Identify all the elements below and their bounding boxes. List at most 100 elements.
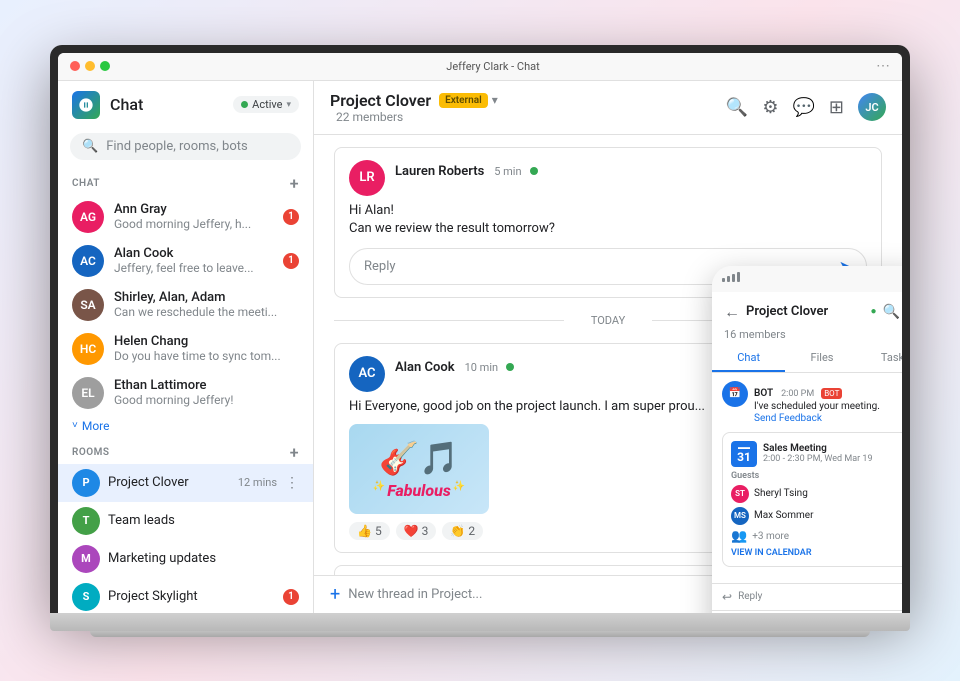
chat-item-helen[interactable]: HC Helen Chang Do you have time to sync … (58, 327, 313, 371)
chat-header: Project Clover External ▾ 22 members 🔍 ⚙… (314, 81, 902, 135)
guest-avatar: MS (731, 507, 749, 525)
guitar-emoji: 🎸🎵 (373, 439, 466, 477)
mobile-search-icon[interactable]: 🔍 (883, 304, 900, 320)
more-guests: 👥 +3 more (731, 529, 902, 544)
user-avatar[interactable]: JC (858, 93, 886, 121)
chat-info: Alan Cook Jeffery, feel free to leave... (114, 246, 273, 275)
chat-logo (72, 91, 100, 119)
room-item-skylight[interactable]: S Project Skylight 1 (58, 578, 313, 613)
message-author: Lauren Roberts (395, 164, 484, 179)
reaction-heart[interactable]: ❤️ 3 (396, 522, 437, 540)
search-input[interactable]: Find people, rooms, bots (106, 139, 248, 154)
event-title: Sales Meeting (763, 443, 873, 454)
chat-item-shirley[interactable]: SA Shirley, Alan, Adam Can we reschedule… (58, 283, 313, 327)
chat-item-ethan[interactable]: EL Ethan Lattimore Good morning Jeffery! (58, 371, 313, 415)
chat-name: Alan Cook (114, 246, 273, 261)
room-item-project-clover[interactable]: P Project Clover 12 mins ⋮ (58, 464, 313, 502)
event-header: ▬▬ 31 Sales Meeting 2:00 - 2:30 PM, Wed … (731, 441, 902, 467)
search-icon: 🔍 (82, 139, 98, 154)
more-chats-link[interactable]: ˅ More (58, 415, 313, 437)
window-menu[interactable]: ⋯ (876, 58, 890, 74)
calendar-icon: ▬▬ 31 (731, 441, 757, 467)
gif-image: 🎸🎵 ✨ Fabulous ✨ (349, 424, 489, 514)
add-chat-button[interactable]: + (290, 174, 299, 193)
screen-bezel: Jeffery Clark - Chat ⋯ Chat (50, 45, 910, 613)
chat-info: Helen Chang Do you have time to sync tom… (114, 334, 299, 363)
laptop-base (50, 613, 910, 631)
chat-name: Ethan Lattimore (114, 378, 299, 393)
external-badge: External (439, 93, 488, 108)
close-button[interactable] (70, 61, 80, 71)
apps-icon[interactable]: ⊞ (829, 97, 844, 118)
mobile-tabs: Chat Files Tasks (712, 345, 902, 373)
view-calendar-button[interactable]: VIEW IN CALENDAR (731, 548, 902, 558)
laptop-frame: Jeffery Clark - Chat ⋯ Chat (50, 45, 910, 637)
room-icon: S (72, 583, 100, 611)
message-info: Lauren Roberts 5 min (395, 160, 867, 179)
send-feedback-link[interactable]: Send Feedback (754, 413, 880, 424)
guest-name: Sheryl Tsing (754, 488, 808, 499)
bot-badge: BOT (821, 388, 842, 399)
message-time: 10 min (465, 361, 499, 374)
mobile-new-thread[interactable]: + New thread (712, 610, 902, 613)
avatar: SA (72, 289, 104, 321)
tab-files[interactable]: Files (785, 345, 858, 372)
avatar: AG (72, 201, 104, 233)
guest-sheryl: ST Sheryl Tsing (731, 485, 902, 503)
room-title: Project Clover (330, 91, 431, 110)
tab-chat[interactable]: Chat (712, 345, 785, 372)
back-icon[interactable]: ← (724, 302, 740, 322)
event-details: Sales Meeting 2:00 - 2:30 PM, Wed Mar 19 (763, 443, 873, 464)
chat-item-alan[interactable]: AC Alan Cook Jeffery, feel free to leave… (58, 239, 313, 283)
room-menu-icon[interactable]: ⋮ (285, 475, 299, 491)
sidebar-header: Chat Active ▾ (58, 81, 313, 129)
guest-name: Max Sommer (754, 510, 813, 521)
avatar: LR (349, 160, 385, 196)
room-icon: P (72, 469, 100, 497)
chat-section-label: CHAT + (58, 168, 313, 195)
header-actions: 🔍 ⚙ 💬 ⊞ JC (726, 93, 886, 121)
settings-icon[interactable]: ⚙ (762, 97, 778, 118)
message-text: Can we review the result tomorrow? (349, 220, 867, 238)
gif-label: Fabulous (387, 481, 451, 500)
room-name: Team leads (108, 513, 299, 528)
online-indicator (530, 167, 538, 175)
mobile-content: 📅 BOT 2:00 PM BOT I've scheduled your me… (712, 373, 902, 583)
reaction-clap[interactable]: 👏 2 (442, 522, 483, 540)
online-indicator (506, 363, 514, 371)
plus-icon: + (330, 584, 340, 605)
room-dropdown-icon[interactable]: ▾ (492, 93, 498, 107)
search-box[interactable]: 🔍 Find people, rooms, bots (70, 133, 301, 160)
guest-avatar: ST (731, 485, 749, 503)
bot-avatar: 📅 (722, 381, 748, 407)
app-layout: Chat Active ▾ 🔍 Find people, rooms, bots (58, 81, 902, 613)
room-name: Project Clover (108, 475, 230, 490)
room-item-team-leads[interactable]: T Team leads (58, 502, 313, 540)
avatar: AC (349, 356, 385, 392)
signal-icon (722, 272, 740, 282)
chat-item-ann[interactable]: AG Ann Gray Good morning Jeffery, h... 1 (58, 195, 313, 239)
chat-preview: Jeffery, feel free to leave... (114, 261, 273, 275)
minimize-button[interactable] (85, 61, 95, 71)
maximize-button[interactable] (100, 61, 110, 71)
laptop-screen: Jeffery Clark - Chat ⋯ Chat (58, 53, 902, 613)
message-time: 5 min (494, 165, 521, 178)
reaction-thumbs[interactable]: 👍 5 (349, 522, 390, 540)
unread-badge: 1 (283, 589, 299, 605)
gif-content: 🎸🎵 ✨ Fabulous ✨ (373, 439, 466, 500)
mobile-members-count: 16 members (712, 328, 902, 345)
mobile-status-bar: ●●● (712, 266, 902, 292)
tab-tasks[interactable]: Tasks (859, 345, 902, 372)
room-name: Marketing updates (108, 551, 299, 566)
chat-preview: Good morning Jeffery! (114, 393, 299, 407)
room-item-marketing[interactable]: M Marketing updates (58, 540, 313, 578)
title-bar: Jeffery Clark - Chat ⋯ (58, 53, 902, 81)
chat-icon[interactable]: 💬 (792, 97, 814, 118)
bot-text: I've scheduled your meeting. (754, 400, 880, 413)
avatar: EL (72, 377, 104, 409)
search-icon[interactable]: 🔍 (726, 97, 748, 118)
add-room-button[interactable]: + (290, 443, 299, 462)
chevron-down-icon: ˅ (72, 420, 78, 431)
mobile-reply-bar[interactable]: ↩ Reply (712, 583, 902, 610)
status-badge[interactable]: Active ▾ (233, 96, 299, 113)
